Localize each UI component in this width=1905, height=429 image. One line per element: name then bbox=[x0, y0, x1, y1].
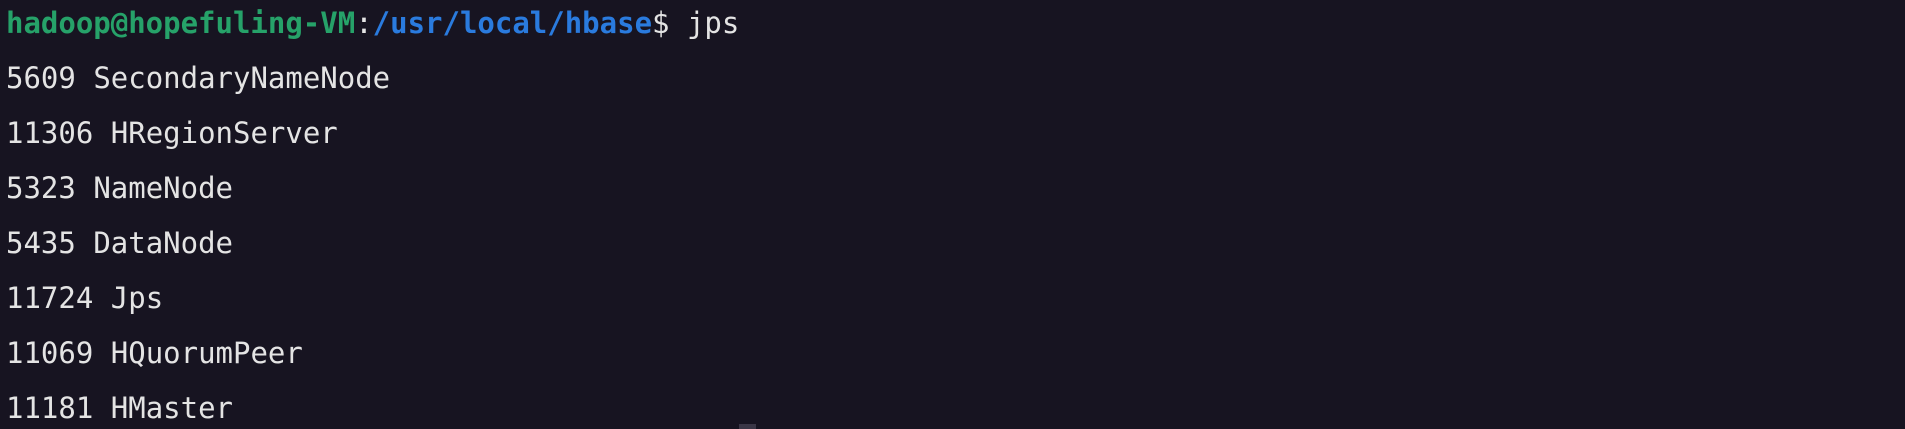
process-name: SecondaryNameNode bbox=[93, 61, 391, 95]
output-line: 11724 Jps bbox=[6, 276, 163, 320]
prompt-line: hadoop@hopefuling-VM:/usr/local/hbase$ j… bbox=[6, 1, 739, 45]
process-name: HMaster bbox=[110, 391, 233, 425]
output-line: 11306 HRegionServer bbox=[6, 111, 338, 155]
process-pid: 11069 bbox=[6, 336, 94, 370]
process-name: Jps bbox=[110, 281, 164, 315]
process-name: DataNode bbox=[93, 226, 233, 260]
command-text: jps bbox=[669, 6, 740, 40]
output-line: 11069 HQuorumPeer bbox=[6, 331, 303, 375]
text-cursor bbox=[739, 424, 756, 429]
output-line: 5609 SecondaryNameNode bbox=[6, 56, 390, 100]
process-pid: 5609 bbox=[6, 61, 76, 95]
process-name: HRegionServer bbox=[110, 116, 338, 150]
process-name: HQuorumPeer bbox=[110, 336, 303, 370]
output-line: 5323 NameNode bbox=[6, 166, 233, 210]
prompt-user-host: hadoop@hopefuling-VM bbox=[6, 6, 356, 40]
process-name: NameNode bbox=[93, 171, 233, 205]
process-pid: 11181 bbox=[6, 391, 94, 425]
prompt-symbol: $ bbox=[652, 6, 670, 40]
process-pid: 5435 bbox=[6, 226, 76, 260]
output-line: 11181 HMaster bbox=[6, 386, 233, 429]
prompt-separator: : bbox=[355, 6, 373, 40]
process-pid: 11724 bbox=[6, 281, 94, 315]
prompt-path: /usr/local/hbase bbox=[372, 6, 653, 40]
terminal-window[interactable]: hadoop@hopefuling-VM:/usr/local/hbase$ j… bbox=[0, 0, 1905, 429]
process-pid: 11306 bbox=[6, 116, 94, 150]
output-line: 5435 DataNode bbox=[6, 221, 233, 265]
process-pid: 5323 bbox=[6, 171, 76, 205]
